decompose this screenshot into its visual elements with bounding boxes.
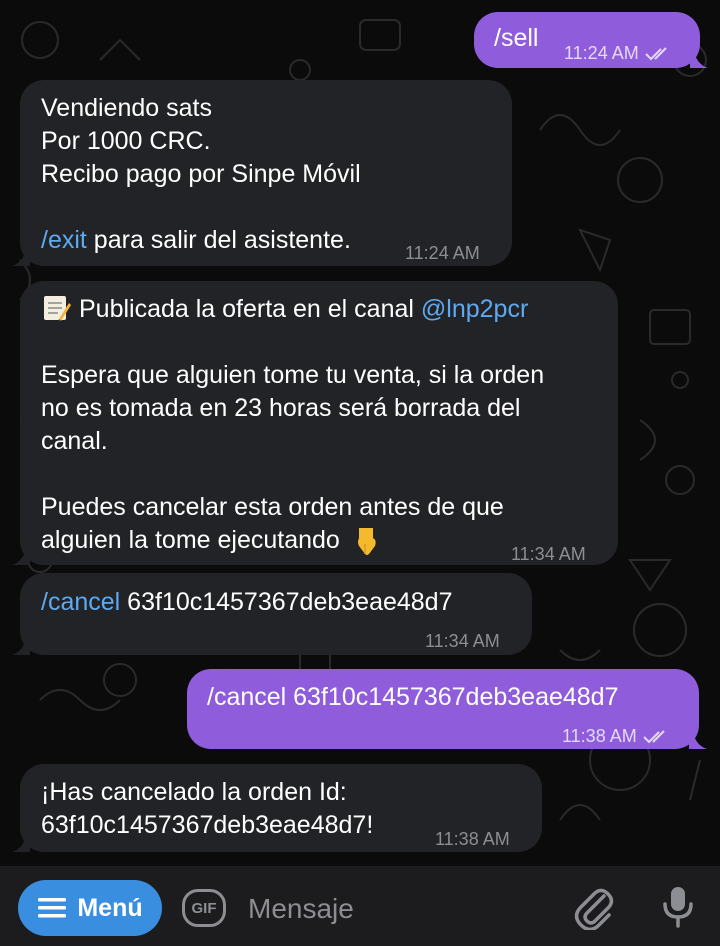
message-time: 11:24 AM [405,243,480,263]
message-line: Espera que alguien tome tu venta, si la … [41,361,545,389]
message-time: 11:38 AM [562,720,669,753]
bubble-tail [12,834,30,852]
message-time: 11:34 AM [511,544,586,564]
message-line: 63f10c1457367deb3eae48d7! [41,811,374,839]
message-text: Publicada la oferta en el canal [79,295,421,323]
incoming-message-vendiendo[interactable]: Vendiendo sats Por 1000 CRC. Recibo pago… [12,80,512,266]
outgoing-message-cancel[interactable]: /cancel 63f10c1457367deb3eae48d7 11:38 A… [187,669,707,749]
message-time: 11:34 AM [425,631,500,651]
message-text: 63f10c1457367deb3eae48d7 [120,588,453,616]
double-check-icon [643,730,665,744]
memo-emoji-icon [44,296,71,322]
message-line: ¡Has cancelado la orden Id: [41,778,347,806]
message-body: /cancel 63f10c1457367deb3eae48d7 [41,586,453,619]
paperclip-icon[interactable] [574,886,614,930]
bubble-tail [12,248,30,266]
message-line: Recibo pago por Sinpe Móvil [41,160,361,188]
channel-link[interactable]: @lnp2pcr [421,295,528,323]
incoming-message-cancelled[interactable]: ¡Has cancelado la orden Id: 63f10c145736… [12,764,542,852]
bubble-tail [12,637,30,655]
message-text: para salir del asistente. [86,226,351,254]
message-line: /exit para salir del asistente. [41,224,361,257]
gif-label: GIF [191,899,217,917]
message-line: Puedes cancelar esta orden antes de que [41,493,504,521]
message-text: /cancel 63f10c1457367deb3eae48d7 [207,683,619,711]
cancel-command-link[interactable]: /cancel [41,588,120,616]
point-down-emoji-icon [357,528,376,555]
message-body: Publicada la oferta en el canal @lnp2pcr… [41,293,544,557]
message-line: no es tomada en 23 horas será borrada de… [41,394,521,422]
incoming-message-publicada[interactable]: Publicada la oferta en el canal @lnp2pcr… [12,281,618,565]
bubble-tail [689,731,707,749]
message-line: Publicada la oferta en el canal @lnp2pcr [41,293,544,326]
double-check-icon [645,47,667,61]
bubble-tail [690,50,708,68]
microphone-icon[interactable] [661,885,695,929]
exit-command-link[interactable]: /exit [41,226,87,254]
incoming-message-cancel-command[interactable]: /cancel 63f10c1457367deb3eae48d7 11:34 A… [12,573,532,655]
gif-button[interactable]: GIF [182,889,226,927]
message-input[interactable] [246,886,550,932]
message-line: alguien la tome ejecutando [41,524,544,557]
message-line: Por 1000 CRC. [41,127,211,155]
menu-label: Menú [77,893,143,922]
message-text: /sell [494,24,539,52]
message-line: Vendiendo sats [41,94,212,122]
message-text: alguien la tome ejecutando [41,526,340,554]
message-body: ¡Has cancelado la orden Id: 63f10c145736… [41,776,373,842]
menu-button[interactable]: Menú [18,880,162,936]
bubble-tail [12,547,30,565]
outgoing-message-sell[interactable]: /sell 11:24 AM [474,12,708,70]
message-time: 11:24 AM [564,37,671,70]
message-line: canal. [41,427,108,455]
message-body: Vendiendo sats Por 1000 CRC. Recibo pago… [41,92,361,257]
message-time: 11:38 AM [435,829,510,849]
hamburger-icon [38,898,67,918]
